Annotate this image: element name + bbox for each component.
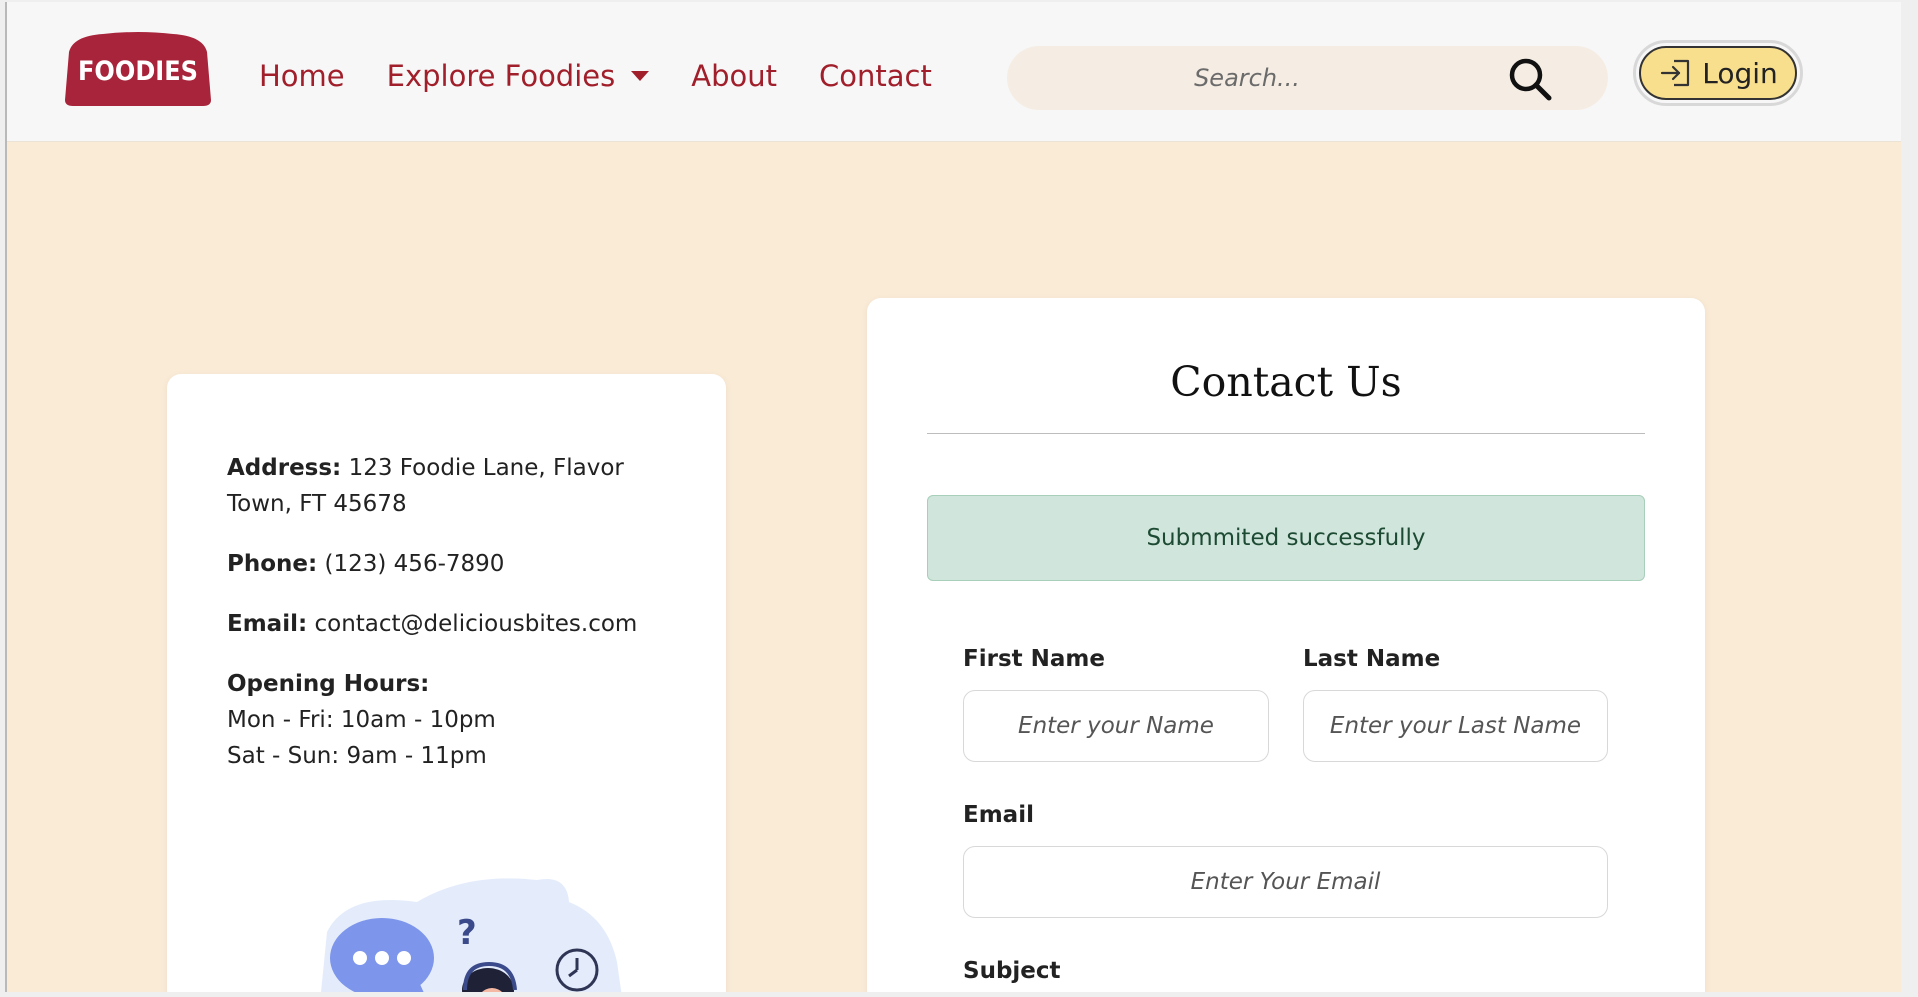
search-bar	[1007, 46, 1608, 110]
title-divider	[927, 433, 1645, 434]
nav-contact-label: Contact	[818, 59, 932, 93]
contact-info: Address: 123 Foodie Lane, Flavor Town, F…	[227, 450, 677, 798]
hours-weekend: Sat - Sun: 9am - 11pm	[227, 743, 487, 769]
search-icon[interactable]	[1507, 56, 1553, 102]
browser-viewport: FOODIES Home Explore Foodies About Conta…	[5, 2, 1901, 992]
nav-explore-dropdown[interactable]: Explore Foodies	[387, 56, 650, 96]
login-label: Login	[1702, 56, 1778, 90]
contact-form-card: Contact Us Submmited successfully First …	[867, 298, 1705, 992]
navbar: FOODIES Home Explore Foodies About Conta…	[7, 2, 1901, 142]
main-nav: Home Explore Foodies About Contact	[259, 56, 932, 96]
customer-support-illustration: ?	[307, 872, 657, 992]
nav-explore-label: Explore Foodies	[386, 59, 616, 93]
hours-block: Opening Hours: Mon - Fri: 10am - 10pm Sa…	[227, 666, 677, 774]
last-name-label: Last Name	[1303, 646, 1441, 672]
email-label: Email:	[227, 611, 308, 637]
email-line: Email: contact@deliciousbites.com	[227, 606, 677, 642]
hours-weekday: Mon - Fri: 10am - 10pm	[227, 707, 496, 733]
subject-label: Subject	[963, 958, 1061, 984]
login-button[interactable]: Login	[1633, 40, 1803, 106]
phone-label: Phone:	[227, 551, 318, 577]
address-label: Address:	[227, 455, 342, 481]
nav-about-link[interactable]: About	[691, 56, 777, 96]
login-icon	[1658, 55, 1694, 91]
address-line: Address: 123 Foodie Lane, Flavor Town, F…	[227, 450, 677, 522]
phone-value: (123) 456-7890	[324, 551, 505, 577]
contact-title: Contact Us	[1170, 358, 1402, 406]
nav-about-label: About	[691, 59, 777, 93]
last-name-input[interactable]	[1303, 690, 1608, 762]
search-input[interactable]	[1007, 46, 1487, 110]
logo-text: FOODIES	[78, 56, 198, 87]
question-mark-icon: ?	[457, 913, 477, 953]
contact-info-card: Address: 123 Foodie Lane, Flavor Town, F…	[167, 374, 726, 992]
login-button-face: Login	[1639, 46, 1797, 100]
email-label: Email	[963, 802, 1034, 828]
foodies-logo[interactable]: FOODIES	[63, 30, 213, 106]
nav-contact-link[interactable]: Contact	[819, 56, 932, 96]
email-input[interactable]	[963, 846, 1608, 918]
caret-down-icon	[631, 71, 650, 81]
success-message: Submmited successfully	[1146, 525, 1426, 551]
phone-line: Phone: (123) 456-7890	[227, 546, 677, 582]
hours-label: Opening Hours:	[227, 671, 430, 697]
success-alert: Submmited successfully	[927, 495, 1645, 581]
nav-home-label: Home	[259, 59, 345, 93]
email-value: contact@deliciousbites.com	[314, 611, 638, 637]
nav-home-link[interactable]: Home	[259, 56, 345, 96]
first-name-input[interactable]	[963, 690, 1269, 762]
first-name-label: First Name	[963, 646, 1105, 672]
